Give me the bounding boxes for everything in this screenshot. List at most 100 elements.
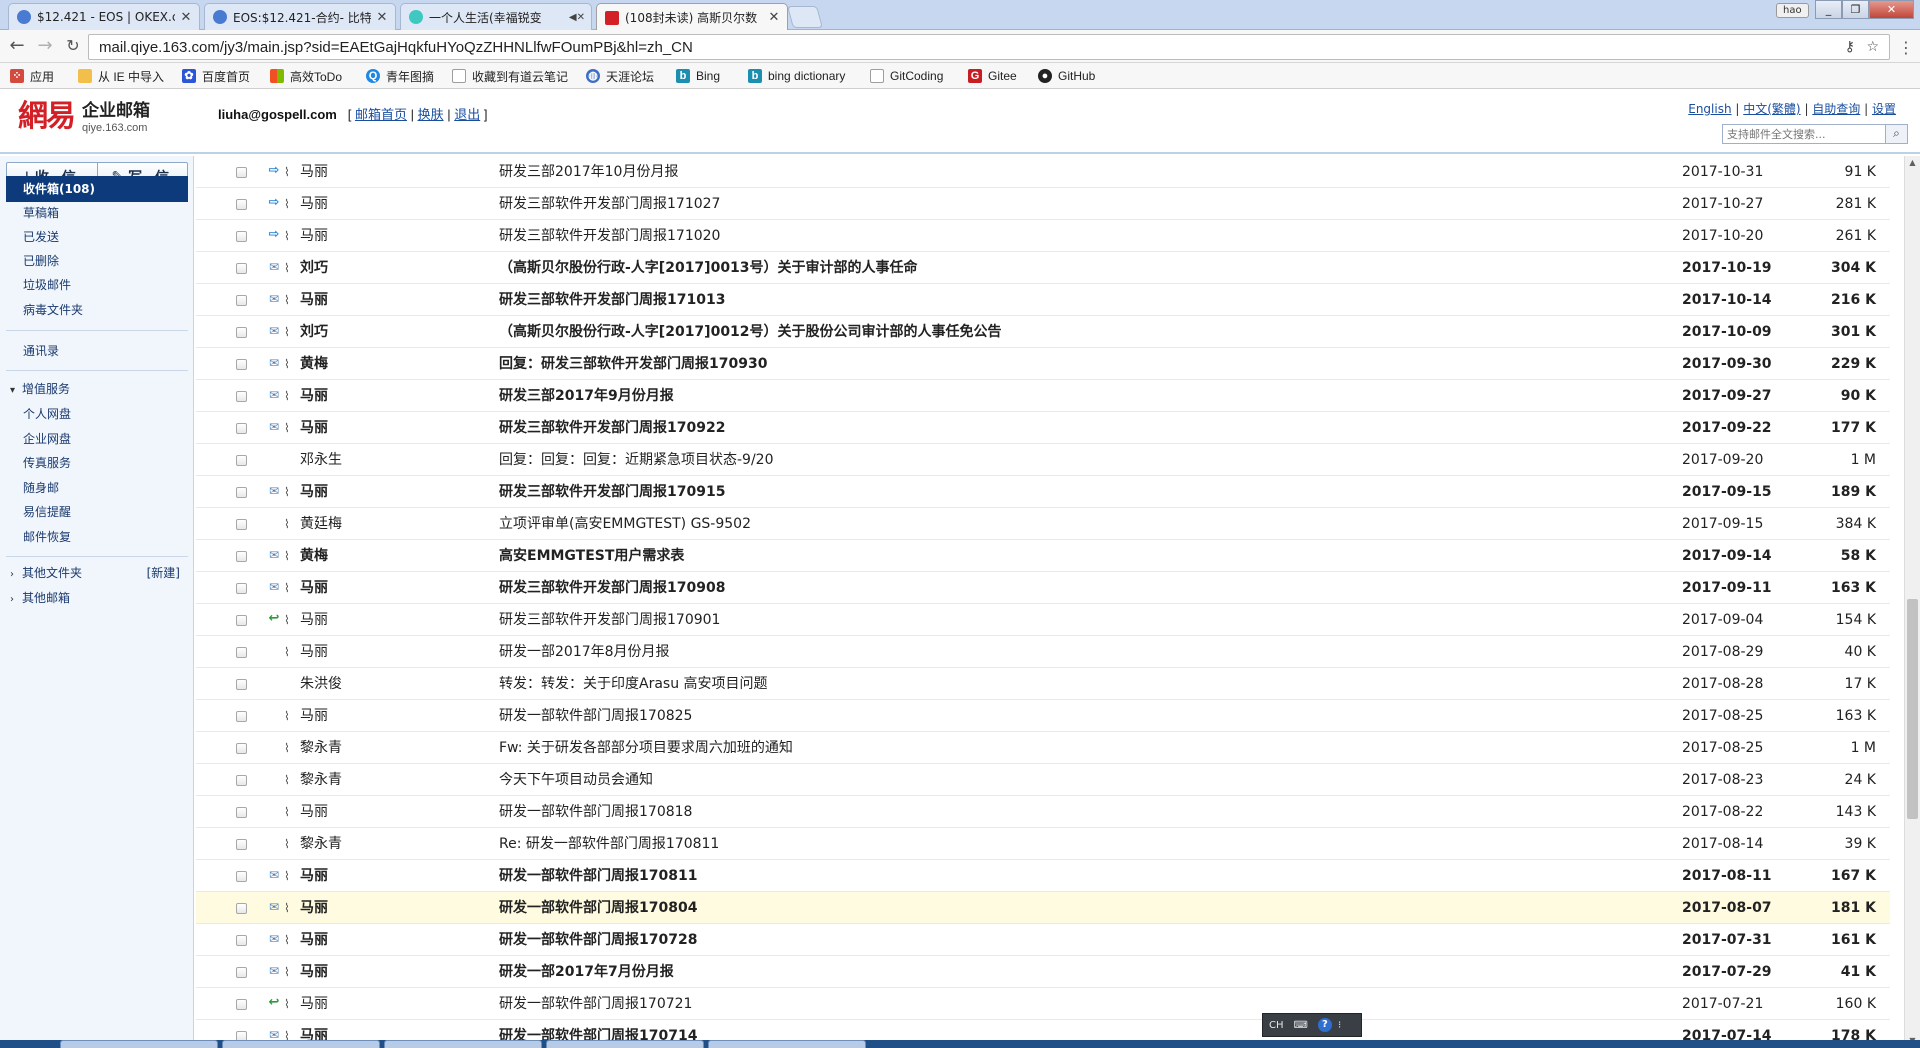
- mail-checkbox[interactable]: [236, 615, 247, 626]
- mail-checkbox[interactable]: [236, 551, 247, 562]
- mail-subject[interactable]: 今天下午项目动员会通知: [499, 771, 1499, 789]
- mail-subject[interactable]: 研发三部软件开发部门周报171013: [499, 291, 1499, 309]
- bookmark-bing[interactable]: b Bing: [676, 67, 720, 85]
- mail-row[interactable]: ✉ ⌇ 马丽 研发三部软件开发部门周报170922 2017-09-22 177 K: [196, 412, 1890, 444]
- mail-subject[interactable]: （高斯贝尔股份行政-人字[2017]0013号）关于审计部的人事任命: [499, 259, 1499, 277]
- taskbar-button[interactable]: [708, 1040, 866, 1048]
- mail-row[interactable]: ✉ ⌇ 刘巧 （高斯贝尔股份行政-人字[2017]0013号）关于审计部的人事任命 20…: [196, 252, 1890, 284]
- mail-row[interactable]: ⌇ 黎永青 Re: 研发一部软件部门周报170811 2017-08-14 39 K: [196, 828, 1890, 860]
- netease-logo[interactable]: 網易 企业邮箱 qiye.163.com: [18, 100, 150, 135]
- bookmark-tianya[interactable]: ◍ 天涯论坛: [586, 67, 654, 85]
- change-skin-link[interactable]: 换肤: [418, 107, 444, 122]
- mail-checkbox[interactable]: [236, 487, 247, 498]
- mail-row[interactable]: 朱洪俊 转发：转发：关于印度Arasu 高安项目问题 2017-08-28 17 K: [196, 668, 1890, 700]
- mail-subject[interactable]: 研发三部2017年10月份月报: [499, 163, 1499, 181]
- keyboard-icon[interactable]: ⌨: [1294, 1020, 1308, 1031]
- mail-subject[interactable]: 研发一部软件部门周报170728: [499, 931, 1499, 949]
- mail-subject[interactable]: 研发一部软件部门周报170825: [499, 707, 1499, 725]
- mail-checkbox[interactable]: [236, 967, 247, 978]
- mail-checkbox[interactable]: [236, 871, 247, 882]
- bookmark-todo[interactable]: 高效ToDo: [270, 67, 342, 85]
- mail-row[interactable]: 邓永生 回复：回复：回复：近期紧急项目状态-9/20 2017-09-20 1 M: [196, 444, 1890, 476]
- sidebar-item-inbox[interactable]: 收件箱(108): [6, 176, 188, 202]
- taskbar-button[interactable]: [546, 1040, 704, 1048]
- minimize-button[interactable]: _: [1815, 0, 1842, 19]
- browser-tab-active[interactable]: (108封未读) 高斯贝尔数 ✕: [596, 3, 788, 31]
- bookmark-ie-import[interactable]: 从 IE 中导入: [78, 67, 164, 85]
- service-enterprise-drive[interactable]: 企业网盘: [6, 427, 188, 451]
- mail-checkbox[interactable]: [236, 647, 247, 658]
- bookmark-gitee[interactable]: G Gitee: [968, 67, 1017, 85]
- mail-checkbox[interactable]: [236, 327, 247, 338]
- mail-row[interactable]: ⇨ ⌇ 马丽 研发三部软件开发部门周报171027 2017-10-27 281 K: [196, 188, 1890, 220]
- sidebar-item-drafts[interactable]: 草稿箱: [6, 200, 188, 226]
- mail-checkbox[interactable]: [236, 295, 247, 306]
- mail-checkbox[interactable]: [236, 935, 247, 946]
- mail-checkbox[interactable]: [236, 263, 247, 274]
- profile-button[interactable]: hao: [1776, 3, 1809, 18]
- ime-options-icon[interactable]: ⁝: [1338, 1020, 1341, 1031]
- mail-row[interactable]: ✉ ⌇ 马丽 研发三部2017年9月份月报 2017-09-27 90 K: [196, 380, 1890, 412]
- browser-tab[interactable]: 一个人生活(幸福锐变 ◀✕: [400, 3, 592, 30]
- logout-link[interactable]: 退出: [454, 107, 480, 122]
- sidebar-item-virus[interactable]: 病毒文件夹: [6, 297, 188, 323]
- mail-subject[interactable]: 研发三部软件开发部门周报170922: [499, 419, 1499, 437]
- mail-checkbox[interactable]: [236, 359, 247, 370]
- mail-checkbox[interactable]: [236, 775, 247, 786]
- bookmark-baidu[interactable]: ✿ 百度首页: [182, 67, 250, 85]
- english-link[interactable]: English: [1688, 102, 1731, 116]
- reload-icon[interactable]: ↻: [62, 36, 84, 58]
- mail-subject[interactable]: 研发三部软件开发部门周报170915: [499, 483, 1499, 501]
- close-icon[interactable]: ✕: [375, 10, 389, 25]
- mail-subject[interactable]: 研发三部软件开发部门周报171020: [499, 227, 1499, 245]
- service-yixin-reminder[interactable]: 易信提醒: [6, 500, 188, 524]
- mail-subject[interactable]: 回复：研发三部软件开发部门周报170930: [499, 355, 1499, 373]
- mail-checkbox[interactable]: [236, 423, 247, 434]
- self-service-link[interactable]: 自助查询: [1812, 102, 1860, 116]
- mail-row[interactable]: ✉ ⌇ 黄梅 高安EMMGTEST用户需求表 2017-09-14 58 K: [196, 540, 1890, 572]
- mail-row[interactable]: ✉ ⌇ 马丽 研发一部软件部门周报170811 2017-08-11 167 K: [196, 860, 1890, 892]
- mail-checkbox[interactable]: [236, 167, 247, 178]
- back-arrow-icon[interactable]: ←: [6, 36, 28, 58]
- close-icon[interactable]: ✕: [767, 10, 781, 25]
- mail-row[interactable]: ✉ ⌇ 刘巧 （高斯贝尔股份行政-人字[2017]0012号）关于股份公司审计部的人事…: [196, 316, 1890, 348]
- address-input[interactable]: mail.qiye.163.com/jy3/main.jsp?sid=EAEtG…: [88, 34, 1890, 60]
- mailbox-home-link[interactable]: 邮箱首页: [355, 107, 407, 122]
- mail-checkbox[interactable]: [236, 807, 247, 818]
- mail-row[interactable]: ⌇ 马丽 研发一部软件部门周报170825 2017-08-25 163 K: [196, 700, 1890, 732]
- close-window-button[interactable]: ✕: [1869, 0, 1914, 19]
- mail-subject[interactable]: 研发一部2017年8月份月报: [499, 643, 1499, 661]
- mail-subject[interactable]: 研发一部软件部门周报170804: [499, 899, 1499, 917]
- sidebar-item-deleted[interactable]: 已删除: [6, 248, 188, 274]
- new-folder-link[interactable]: [新建]: [147, 562, 180, 584]
- mail-row[interactable]: ✉ ⌇ 黄梅 回复：研发三部软件开发部门周报170930 2017-09-30 229 K: [196, 348, 1890, 380]
- mail-row[interactable]: ⌇ 黎永青 今天下午项目动员会通知 2017-08-23 24 K: [196, 764, 1890, 796]
- mail-subject[interactable]: 研发一部2017年7月份月报: [499, 963, 1499, 981]
- mail-subject[interactable]: 研发三部软件开发部门周报171027: [499, 195, 1499, 213]
- mail-row[interactable]: ⌇ 马丽 研发一部软件部门周报170818 2017-08-22 143 K: [196, 796, 1890, 828]
- mail-checkbox[interactable]: [236, 999, 247, 1010]
- browser-menu-icon[interactable]: ⋮: [1898, 38, 1914, 57]
- mute-audio-icon[interactable]: ◀✕: [569, 12, 585, 23]
- bookmark-youdao[interactable]: 收藏到有道云笔记: [452, 67, 568, 85]
- mail-checkbox[interactable]: [236, 903, 247, 914]
- mail-row[interactable]: ↩ ⌇ 马丽 研发三部软件开发部门周报170901 2017-09-04 154 K: [196, 604, 1890, 636]
- mail-row[interactable]: ⌇ 黎永青 Fw: 关于研发各部部分项目要求周六加班的通知 2017-08-25 1 M: [196, 732, 1890, 764]
- traditional-chinese-link[interactable]: 中文(繁體): [1743, 102, 1800, 116]
- browser-tab[interactable]: EOS:$12.421-合约- 比特 ✕: [204, 3, 396, 30]
- mail-checkbox[interactable]: [236, 455, 247, 466]
- mail-subject[interactable]: 研发一部软件部门周报170721: [499, 995, 1499, 1013]
- mail-checkbox[interactable]: [236, 743, 247, 754]
- mail-checkbox[interactable]: [236, 231, 247, 242]
- mail-subject[interactable]: 研发一部软件部门周报170811: [499, 867, 1499, 885]
- key-icon[interactable]: ⚷: [1845, 39, 1855, 55]
- bookmark-github[interactable]: ● GitHub: [1038, 67, 1095, 85]
- bookmark-star-icon[interactable]: ☆: [1866, 39, 1879, 55]
- close-icon[interactable]: ✕: [179, 10, 193, 25]
- mail-row[interactable]: ✉ ⌇ 马丽 研发三部软件开发部门周报171013 2017-10-14 216 K: [196, 284, 1890, 316]
- bookmark-bing-dictionary[interactable]: b bing dictionary: [748, 67, 845, 85]
- search-icon[interactable]: ⌕: [1885, 125, 1907, 143]
- mail-row[interactable]: ↩ ⌇ 马丽 研发一部软件部门周报170721 2017-07-21 160 K: [196, 988, 1890, 1020]
- mail-subject[interactable]: 高安EMMGTEST用户需求表: [499, 547, 1499, 565]
- other-folders-group[interactable]: › 其他文件夹 [新建]: [6, 562, 188, 584]
